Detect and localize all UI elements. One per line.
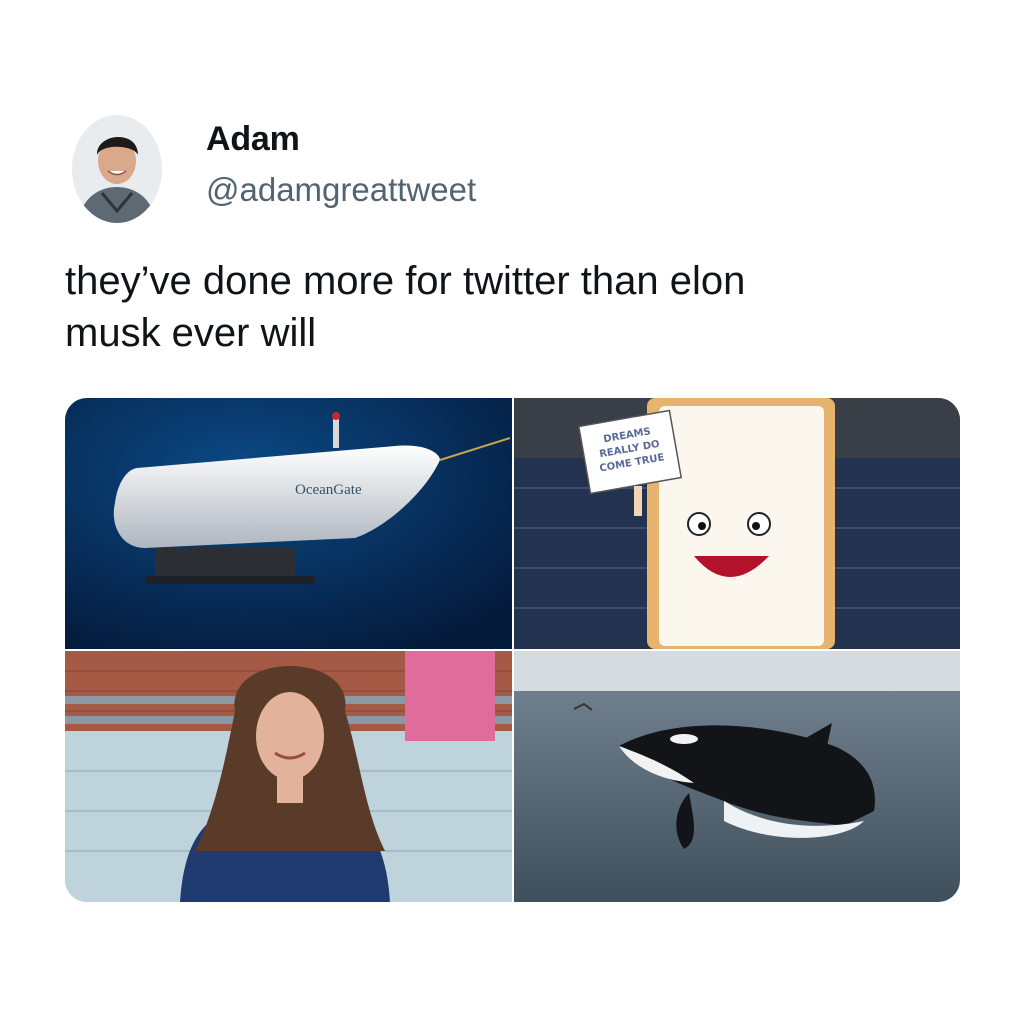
media-grid: OceanGate DREAMS REALLY DO COME TRUE — [65, 398, 960, 902]
tweet-text: they’ve done more for twitter than elon … — [65, 259, 746, 355]
media-submersible[interactable]: OceanGate — [65, 398, 512, 649]
media-woman-portrait[interactable] — [65, 651, 512, 902]
oceangate-logo-text: OceanGate — [295, 482, 362, 498]
author-handle[interactable]: @adamgreattweet — [206, 171, 476, 209]
submersible-image: OceanGate — [65, 398, 512, 649]
media-pastry-mascot[interactable]: DREAMS REALLY DO COME TRUE — [514, 398, 960, 649]
author-avatar[interactable] — [72, 115, 162, 223]
woman-portrait-image — [65, 651, 512, 902]
media-orca[interactable] — [514, 651, 960, 902]
orca-image — [514, 651, 960, 902]
tweet: Adam @adamgreattweet they’ve done more f… — [0, 0, 1024, 1015]
user-avatar-icon — [72, 115, 162, 223]
pastry-mascot-image: DREAMS REALLY DO COME TRUE — [514, 398, 960, 649]
author-display-name[interactable]: Adam — [206, 120, 300, 159]
